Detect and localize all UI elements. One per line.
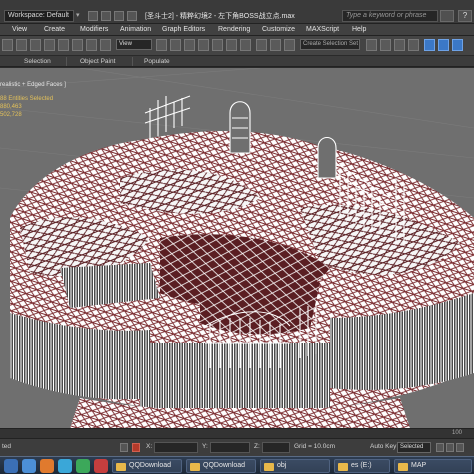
folder-icon [398, 463, 408, 471]
help-button[interactable]: ? [458, 10, 472, 22]
curve-editor-icon[interactable] [394, 39, 405, 51]
menu-bar: View Create Modifiers Animation Graph Ed… [0, 24, 474, 36]
document-title: [圣斗士2] - 精粹幻境2 - 左下角BOSS战立点.max [145, 13, 295, 20]
workspace-dropdown[interactable]: Workspace: Default [4, 10, 74, 22]
region-select-icon[interactable] [44, 39, 55, 51]
menu-help[interactable]: Help [352, 26, 366, 33]
graphite-ribbon-icon[interactable] [380, 39, 391, 51]
taskbar-folder-button[interactable]: obj [260, 459, 330, 473]
status-text: ted [2, 443, 12, 450]
edit-named-selection-icon[interactable] [256, 39, 267, 51]
spinner-snap-icon[interactable] [240, 39, 251, 51]
menu-rendering[interactable]: Rendering [218, 26, 250, 33]
next-frame-icon[interactable] [456, 443, 464, 452]
undo-icon[interactable] [127, 11, 137, 21]
keyboard-shortcut-icon[interactable] [184, 39, 195, 51]
viewport-label[interactable]: realistic + Edged Faces ] [0, 82, 66, 88]
lock-selection-icon[interactable] [120, 443, 128, 452]
tab-selection[interactable]: Selection [24, 58, 51, 65]
timeline-ruler[interactable]: 100 [0, 428, 474, 438]
z-label: Z: [254, 443, 260, 450]
viewport-stat-verts: 502,728 [0, 112, 22, 118]
pivot-icon[interactable] [156, 39, 167, 51]
status-bar: ted X: Y: Z: Grid = 10.0cm Auto Key Sele… [0, 438, 474, 456]
tab-object-paint[interactable]: Object Paint [80, 58, 115, 65]
material-editor-icon[interactable] [424, 39, 435, 51]
chevron-down-icon[interactable]: ▾ [76, 11, 80, 19]
schematic-view-icon[interactable] [408, 39, 419, 51]
menu-customize[interactable]: Customize [262, 26, 295, 33]
drive-icon [338, 463, 348, 471]
3dsmax-icon[interactable] [94, 459, 108, 473]
select-manipulate-icon[interactable] [170, 39, 181, 51]
viewport-stat-polys: 880,463 [0, 104, 22, 110]
play-icon[interactable] [446, 443, 454, 452]
taskbar-folder-button[interactable]: MAP [394, 459, 472, 473]
previous-frame-icon[interactable] [436, 443, 444, 452]
folder-icon [116, 463, 126, 471]
scale-icon[interactable] [100, 39, 111, 51]
taskbar-folder-button[interactable]: QQDownload [112, 459, 182, 473]
select-link-icon[interactable] [2, 39, 13, 51]
select-object-icon[interactable] [30, 39, 41, 51]
x-label: X: [146, 443, 153, 450]
auto-key-button[interactable]: Auto Key [370, 443, 396, 450]
menu-create[interactable]: Create [44, 26, 65, 33]
snap-toggle-icon[interactable] [198, 39, 209, 51]
y-coordinate-field[interactable] [210, 442, 250, 453]
menu-maxscript[interactable]: MAXScript [306, 26, 339, 33]
chat-icon[interactable] [58, 459, 72, 473]
window-crossing-icon[interactable] [58, 39, 69, 51]
search-icon[interactable] [440, 10, 454, 22]
menu-modifiers[interactable]: Modifiers [80, 26, 108, 33]
menu-view[interactable]: View [12, 26, 27, 33]
folder-icon [190, 463, 200, 471]
layer-manager-icon[interactable] [366, 39, 377, 51]
perspective-viewport[interactable]: realistic + Edged Faces ] 88 Entities Se… [0, 68, 474, 428]
open-file-icon[interactable] [101, 11, 111, 21]
app-icon[interactable] [76, 459, 90, 473]
z-coordinate-field[interactable] [262, 442, 290, 453]
os-taskbar: QQDownload QQDownload obj es (E:) MAP [0, 456, 474, 474]
ribbon-tabs: Selection Object Paint Populate [0, 56, 474, 67]
unlink-icon[interactable] [16, 39, 27, 51]
firefox-icon[interactable] [40, 459, 54, 473]
search-input[interactable]: Type a keyword or phrase [342, 10, 438, 22]
grid-size: Grid = 10.0cm [294, 443, 336, 450]
save-icon[interactable] [114, 11, 124, 21]
tab-populate[interactable]: Populate [144, 58, 170, 65]
main-toolbar: View Create Selection Set [0, 36, 474, 56]
timeline-end-frame: 100 [452, 430, 463, 436]
reference-coordinate-dropdown[interactable]: View [116, 39, 152, 50]
folder-icon [264, 463, 274, 471]
taskbar-drive-button[interactable]: es (E:) [334, 459, 390, 473]
new-file-icon[interactable] [88, 11, 98, 21]
render-frame-icon[interactable] [452, 39, 463, 51]
ribbon-divider [132, 57, 133, 66]
render-setup-icon[interactable] [438, 39, 449, 51]
app-window: Workspace: Default ▾ [圣斗士2] - 精粹幻境2 - 左下… [0, 0, 474, 474]
title-bar: Workspace: Default ▾ [圣斗士2] - 精粹幻境2 - 左下… [0, 0, 474, 24]
mirror-icon[interactable] [270, 39, 281, 51]
x-coordinate-field[interactable] [154, 442, 198, 453]
browser-icon[interactable] [22, 459, 36, 473]
ribbon-divider [66, 57, 67, 66]
menu-graph-editors[interactable]: Graph Editors [162, 26, 205, 33]
percent-snap-icon[interactable] [226, 39, 237, 51]
start-icon[interactable] [4, 459, 18, 473]
taskbar-folder-button[interactable]: QQDownload [186, 459, 256, 473]
selection-set-dropdown[interactable]: Create Selection Set [300, 39, 360, 50]
y-label: Y: [202, 443, 208, 450]
align-icon[interactable] [284, 39, 295, 51]
rotate-icon[interactable] [86, 39, 97, 51]
move-icon[interactable] [72, 39, 83, 51]
viewport-stat-selected: 88 Entities Selected [0, 96, 54, 102]
scene-wireframe [0, 68, 474, 428]
key-mode-dropdown[interactable]: Selected [397, 442, 431, 453]
menu-animation[interactable]: Animation [120, 26, 151, 33]
angle-snap-icon[interactable] [212, 39, 223, 51]
absolute-mode-icon[interactable] [132, 443, 140, 452]
